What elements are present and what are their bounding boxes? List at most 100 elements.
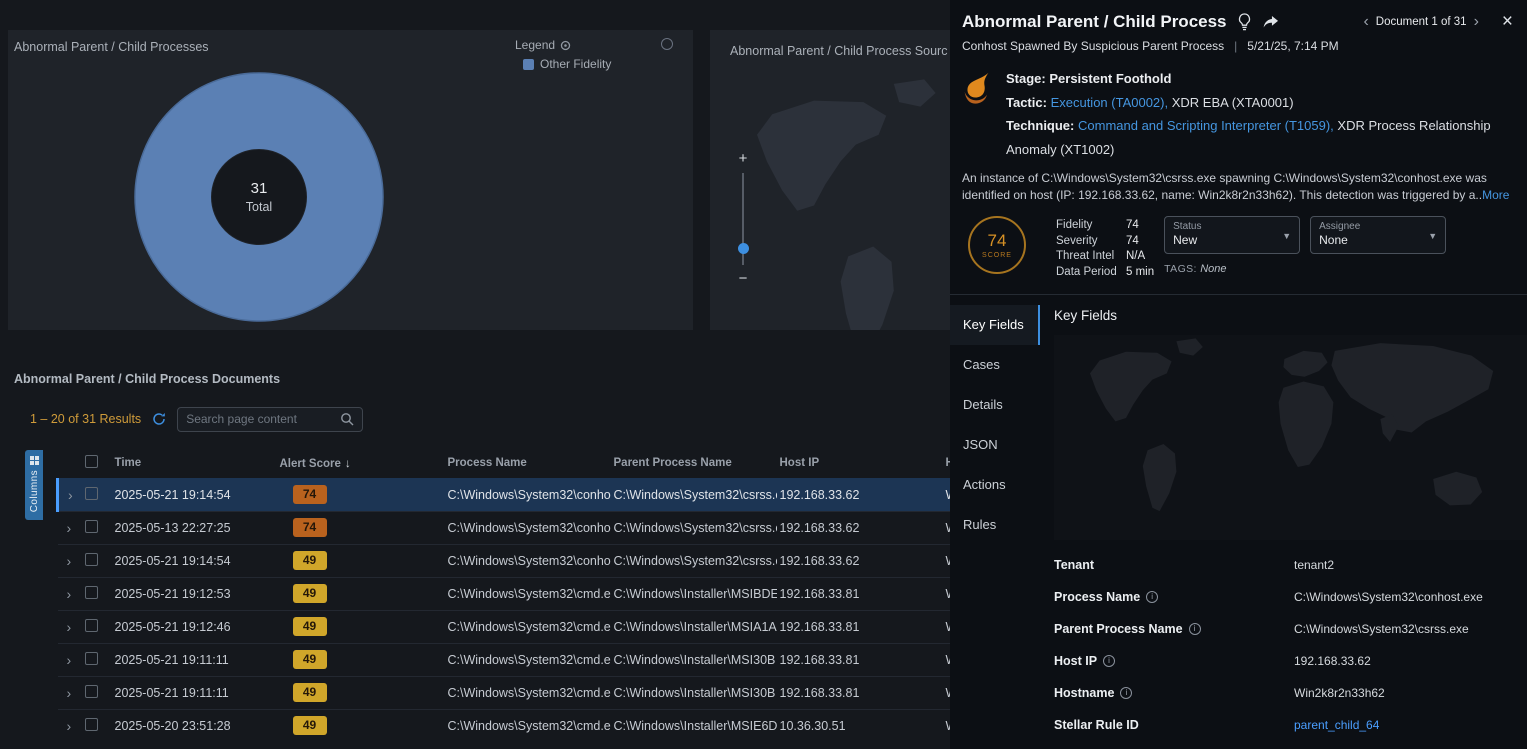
info-icon[interactable]: i: [1189, 623, 1201, 635]
col-header-process-name[interactable]: Process Name: [445, 448, 611, 478]
stage-line: Stage: Persistent Foothold: [1006, 67, 1513, 91]
cell-time: 2025-05-21 19:11:11: [112, 676, 277, 709]
row-expand-chevron[interactable]: ›: [61, 520, 72, 536]
zoom-out-button[interactable]: −: [739, 272, 748, 286]
cell-process-name: C:\Windows\System32\cmd.e: [445, 577, 611, 610]
tab-json[interactable]: JSON: [950, 425, 1040, 465]
tab-key-fields[interactable]: Key Fields: [950, 305, 1040, 345]
field-value: Win2k8r2n33h62: [1294, 686, 1385, 700]
field-row-process-name: Process Namei C:\Windows\System32\conhos…: [1054, 581, 1527, 613]
row-expand-chevron[interactable]: ›: [61, 619, 72, 635]
search-icon: [340, 412, 354, 426]
panel-title: Abnormal Parent / Child Process Sourc: [730, 44, 947, 58]
select-all-checkbox[interactable]: [85, 455, 98, 468]
score-metrics: Fidelity74 Severity74 Threat IntelN/A Da…: [1056, 216, 1154, 280]
field-row-host-ip: Host IPi 192.168.33.62: [1054, 645, 1527, 677]
field-row-parent-process-name: Parent Process Namei C:\Windows\System32…: [1054, 613, 1527, 645]
alert-description: An instance of C:\Windows\System32\csrss…: [950, 161, 1527, 203]
cell-host-ip: 192.168.33.81: [777, 643, 943, 676]
col-header-host-ip[interactable]: Host IP: [777, 448, 943, 478]
cell-host-ip: 192.168.33.62: [777, 511, 943, 544]
info-icon[interactable]: i: [1146, 591, 1158, 603]
row-checkbox[interactable]: [85, 520, 98, 533]
stellar-rule-id-link[interactable]: parent_child_64: [1294, 718, 1379, 732]
cell-parent-process-name: C:\Windows\Installer\MSI30B: [611, 643, 777, 676]
donut-chart-panel: Abnormal Parent / Child Processes Legend…: [8, 30, 693, 330]
cell-time: 2025-05-13 22:27:25: [112, 511, 277, 544]
row-expand-chevron[interactable]: ›: [61, 685, 72, 701]
tab-rules[interactable]: Rules: [950, 505, 1040, 545]
technique-link[interactable]: Command and Scripting Interpreter (T1059…: [1078, 118, 1334, 133]
donut-total-value: 31: [251, 180, 268, 197]
alert-score-badge: 49: [293, 683, 327, 702]
assignee-dropdown[interactable]: Assignee None ▼: [1310, 216, 1446, 254]
zoom-in-button[interactable]: +: [739, 152, 748, 166]
row-expand-chevron[interactable]: ›: [61, 718, 72, 734]
cell-time: 2025-05-21 19:14:54: [112, 544, 277, 577]
refresh-icon[interactable]: [152, 412, 166, 426]
panel-options-icon[interactable]: [661, 38, 673, 50]
donut-chart[interactable]: 31 Total: [134, 72, 384, 322]
legend-settings-icon[interactable]: [560, 40, 571, 51]
cell-time: 2025-05-21 19:12:53: [112, 577, 277, 610]
cell-parent-process-name: C:\Windows\Installer\MSIA1A: [611, 610, 777, 643]
row-expand-chevron[interactable]: ›: [61, 553, 72, 569]
col-header-parent-process-name[interactable]: Parent Process Name: [611, 448, 777, 478]
tags-row: TAGS: None: [1164, 263, 1300, 275]
alert-score-badge: 49: [293, 584, 327, 603]
zoom-slider-thumb[interactable]: [738, 243, 749, 254]
legend-item[interactable]: Other Fidelity: [523, 57, 611, 71]
tactic-link[interactable]: Execution (TA0002),: [1051, 95, 1169, 110]
tab-actions[interactable]: Actions: [950, 465, 1040, 505]
close-icon[interactable]: ×: [1502, 14, 1513, 30]
row-checkbox[interactable]: [85, 619, 98, 632]
field-value: C:\Windows\System32\csrss.exe: [1294, 622, 1469, 636]
row-checkbox[interactable]: [85, 718, 98, 731]
more-link[interactable]: More: [1482, 188, 1509, 202]
row-checkbox[interactable]: [85, 586, 98, 599]
results-count: 1 – 20 of 31 Results: [30, 412, 141, 426]
alert-detail-panel: Abnormal Parent / Child Process ‹ Docume…: [950, 0, 1527, 749]
documents-section-title: Abnormal Parent / Child Process Document…: [14, 372, 280, 386]
columns-button[interactable]: Columns: [25, 450, 43, 520]
cell-host-ip: 10.36.30.51: [777, 709, 943, 742]
results-toolbar: 1 – 20 of 31 Results: [30, 406, 363, 432]
row-checkbox[interactable]: [85, 652, 98, 665]
lightbulb-icon[interactable]: [1237, 13, 1252, 31]
row-expand-chevron[interactable]: ›: [61, 652, 72, 668]
col-header-time[interactable]: Time: [112, 448, 277, 478]
chart-legend: Legend Other Fidelity: [515, 38, 611, 71]
alert-meta-block: Stage: Persistent Foothold Tactic: Execu…: [950, 53, 1527, 161]
row-checkbox[interactable]: [85, 553, 98, 566]
field-row-tenant: Tenant tenant2: [1054, 549, 1527, 581]
zoom-slider-track[interactable]: [742, 173, 744, 265]
columns-button-label: Columns: [29, 470, 40, 512]
row-checkbox[interactable]: [85, 685, 98, 698]
legend-swatch: [523, 59, 534, 70]
tab-details[interactable]: Details: [950, 385, 1040, 425]
document-pager: ‹ Document 1 of 31 › ×: [1363, 14, 1513, 30]
donut-total-label: Total: [246, 200, 272, 214]
detail-header: Abnormal Parent / Child Process ‹ Docume…: [950, 0, 1527, 32]
chevron-down-icon: ▼: [1282, 231, 1291, 241]
next-document-chevron-icon[interactable]: ›: [1474, 15, 1479, 29]
row-checkbox[interactable]: [85, 487, 98, 500]
status-dropdown[interactable]: Status New ▼: [1164, 216, 1300, 254]
alert-flame-icon: [958, 67, 1002, 161]
col-header-alert-score[interactable]: Alert Score↓: [277, 448, 445, 478]
cell-time: 2025-05-21 19:12:46: [112, 610, 277, 643]
cell-host-ip: 192.168.33.62: [777, 478, 943, 511]
prev-document-chevron-icon[interactable]: ‹: [1363, 15, 1368, 29]
info-icon[interactable]: i: [1103, 655, 1115, 667]
cell-process-name: C:\Windows\System32\conho: [445, 544, 611, 577]
row-expand-chevron[interactable]: ›: [62, 487, 73, 503]
panel-title: Abnormal Parent / Child Processes: [14, 40, 209, 54]
share-icon[interactable]: [1262, 15, 1280, 30]
info-icon[interactable]: i: [1120, 687, 1132, 699]
cell-parent-process-name: C:\Windows\System32\csrss.e: [611, 478, 777, 511]
row-expand-chevron[interactable]: ›: [61, 586, 72, 602]
search-input[interactable]: [186, 412, 340, 426]
field-row-hostname: Hostnamei Win2k8r2n33h62: [1054, 677, 1527, 709]
alert-score-badge: 74: [293, 485, 327, 504]
tab-cases[interactable]: Cases: [950, 345, 1040, 385]
